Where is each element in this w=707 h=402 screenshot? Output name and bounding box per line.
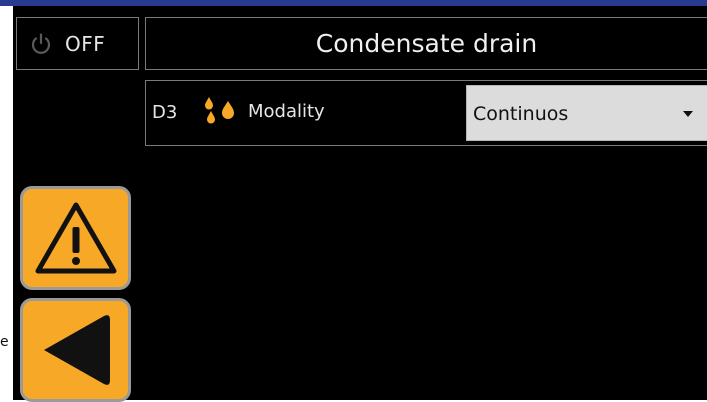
- setting-label: Modality: [248, 101, 325, 122]
- warning-button[interactable]: [20, 186, 131, 290]
- power-label: OFF: [65, 31, 106, 56]
- water-drops-icon: [205, 97, 234, 124]
- power-off-button[interactable]: OFF: [16, 17, 139, 70]
- parameter-code: D3: [152, 102, 178, 123]
- edge-text: e: [0, 334, 9, 350]
- page-title: Condensate drain: [315, 29, 538, 58]
- chevron-down-icon: [683, 111, 693, 117]
- modality-selected-value: Continuos: [473, 103, 569, 125]
- power-icon: [31, 32, 51, 54]
- title-bar: Condensate drain: [145, 17, 707, 70]
- setting-row-modality: D3 Modality Continuos: [145, 80, 707, 146]
- modality-dropdown[interactable]: Continuos: [466, 85, 707, 141]
- back-button[interactable]: [20, 298, 131, 402]
- back-arrow-icon: [43, 315, 110, 385]
- warning-icon: [35, 202, 116, 274]
